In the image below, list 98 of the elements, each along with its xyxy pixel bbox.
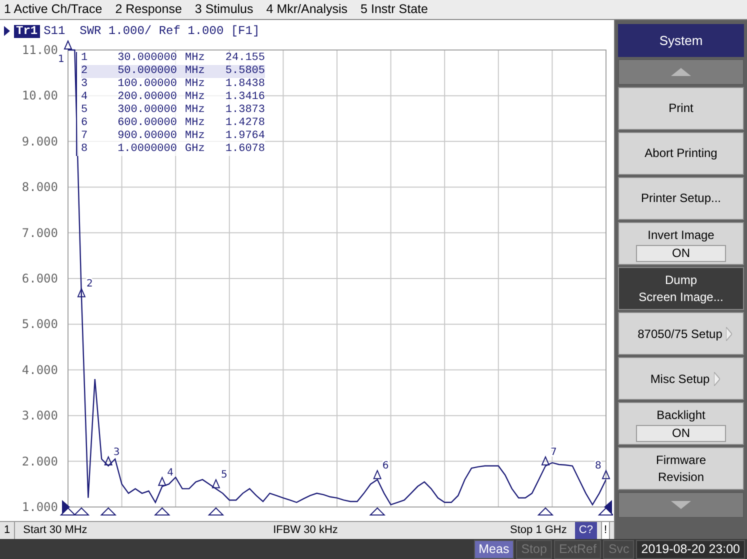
- marker-value: 1.3873: [224, 104, 265, 117]
- trace-badge[interactable]: Tr1: [14, 24, 40, 38]
- marker-position-icon: [208, 507, 224, 516]
- toggle-softkey[interactable]: Invert Image ON: [618, 222, 744, 265]
- softkey-button[interactable]: Printer Setup...: [618, 177, 744, 220]
- submenu-label: Misc Setup: [650, 370, 710, 388]
- marker-flag[interactable]: 2: [77, 278, 93, 298]
- marker-unit: MHz: [185, 52, 206, 65]
- marker-number: 5: [81, 104, 89, 117]
- caret-right-icon: [726, 326, 732, 340]
- toggle-value: ON: [636, 244, 726, 262]
- y-tick-label: 11.00: [22, 43, 58, 57]
- y-tick-label: 10.00: [22, 88, 58, 103]
- toggle-label: Backlight: [656, 406, 706, 424]
- marker-value: 1.3416: [224, 91, 265, 104]
- marker-frequency: 50.000000: [116, 65, 177, 78]
- status-indicator: Meas: [474, 540, 514, 558]
- softkey-button[interactable]: Dump Screen Image...: [618, 267, 744, 310]
- marker-flag[interactable]: 8: [595, 460, 610, 480]
- menu-item[interactable]: 5 Instr State: [360, 0, 428, 19]
- marker-number: 4: [81, 91, 89, 104]
- menu-item[interactable]: 1 Active Ch/Trace: [4, 0, 102, 19]
- marker-frequency: 1.0000000: [116, 143, 177, 156]
- scroll-up-button[interactable]: [618, 59, 744, 85]
- marker-unit: MHz: [185, 91, 206, 104]
- marker-number: 6: [81, 117, 89, 130]
- marker-flag[interactable]: 1: [58, 40, 72, 65]
- marker-unit: MHz: [185, 130, 206, 143]
- marker-value: 1.8438: [224, 78, 265, 91]
- submenu-button[interactable]: 87050/75 Setup: [618, 312, 744, 355]
- menu-item[interactable]: 4 Mkr/Analysis: [266, 0, 348, 19]
- marker-position-icon: [537, 507, 554, 516]
- marker-frequency: 30.000000: [116, 52, 177, 65]
- menu-title: System: [618, 24, 744, 57]
- marker-number: 7: [81, 130, 89, 143]
- marker-flag[interactable]: 7: [541, 446, 557, 466]
- y-tick-label: 7.000: [22, 226, 58, 240]
- marker-frequency: 100.00000: [116, 78, 177, 91]
- marker-value: 24.155: [224, 52, 265, 65]
- reference-left-icon: [62, 500, 70, 514]
- start-frequency: Start 30 MHz: [23, 523, 88, 538]
- softkey-button[interactable]: Abort Printing: [618, 132, 744, 175]
- y-tick-label: 3.000: [22, 408, 58, 423]
- toggle-softkey[interactable]: Backlight ON: [618, 402, 744, 445]
- marker-frequency: 900.00000: [116, 130, 177, 143]
- marker-unit: GHz: [185, 143, 206, 156]
- marker-flag[interactable]: 4: [158, 467, 174, 486]
- submenu-label: 87050/75 Setup: [638, 326, 722, 342]
- marker-value: 5.5805: [224, 65, 265, 78]
- marker-frequency: 200.00000: [116, 91, 177, 104]
- marker-position-icon: [73, 507, 90, 516]
- marker-position-icon: [154, 507, 170, 516]
- softkey-button[interactable]: Print: [618, 87, 744, 130]
- marker-value: 1.6078: [224, 143, 265, 156]
- marker-frequency: 600.00000: [116, 117, 177, 130]
- marker-value: 1.9764: [224, 130, 265, 143]
- marker-unit: MHz: [185, 117, 206, 130]
- marker-number: 8: [81, 143, 89, 156]
- menu-item[interactable]: 2 Response: [115, 0, 182, 19]
- y-tick-label: 8.000: [22, 180, 58, 194]
- toggle-value: ON: [636, 424, 726, 442]
- y-tick-label: 1.000: [22, 500, 58, 514]
- menu-item[interactable]: 3 Stimulus: [194, 0, 254, 19]
- marker-position-icon: [369, 507, 386, 516]
- marker-number: 3: [81, 78, 89, 91]
- active-trace-icon: [4, 26, 10, 36]
- alert-indicator: !: [600, 521, 610, 540]
- status-indicator: 2019-08-20 23:00: [636, 540, 745, 558]
- if-bandwidth: IFBW 30 kHz: [273, 523, 339, 538]
- y-tick-label: 6.000: [22, 272, 58, 286]
- down-triangle-icon: [671, 501, 691, 509]
- y-tick-label: 9.000: [22, 134, 58, 148]
- y-tick-label: 2.000: [22, 454, 58, 468]
- marker-number: 1: [81, 52, 89, 65]
- reference-right-icon: [604, 500, 612, 514]
- stop-frequency: Stop 1 GHz: [510, 523, 567, 538]
- marker-unit: MHz: [185, 78, 206, 91]
- up-triangle-icon: [671, 68, 691, 76]
- marker-flag[interactable]: 3: [104, 446, 120, 466]
- marker-frequency: 300.00000: [116, 104, 177, 117]
- marker-unit: MHz: [185, 65, 206, 78]
- marker-position-icon: [60, 507, 76, 516]
- marker-number: 2: [81, 65, 89, 78]
- marker-flag[interactable]: 6: [373, 460, 389, 480]
- caret-right-icon: [714, 372, 720, 386]
- toggle-label: Invert Image: [648, 226, 714, 244]
- submenu-button[interactable]: Misc Setup: [618, 357, 744, 400]
- y-tick-label: 5.000: [22, 317, 58, 332]
- scroll-down-button[interactable]: [618, 492, 744, 518]
- trace-settings: S11 SWR 1.000/ Ref 1.000 [F1]: [44, 23, 260, 40]
- y-tick-label: 4.000: [22, 362, 58, 377]
- marker-unit: MHz: [185, 104, 206, 117]
- calibration-indicator[interactable]: C?: [574, 522, 597, 539]
- marker-flag[interactable]: 5: [212, 470, 228, 488]
- softkey-button[interactable]: Firmware Revision: [618, 447, 744, 490]
- marker-position-icon: [100, 507, 117, 516]
- marker-position-icon: [598, 507, 613, 516]
- marker-value: 1.4278: [224, 117, 265, 130]
